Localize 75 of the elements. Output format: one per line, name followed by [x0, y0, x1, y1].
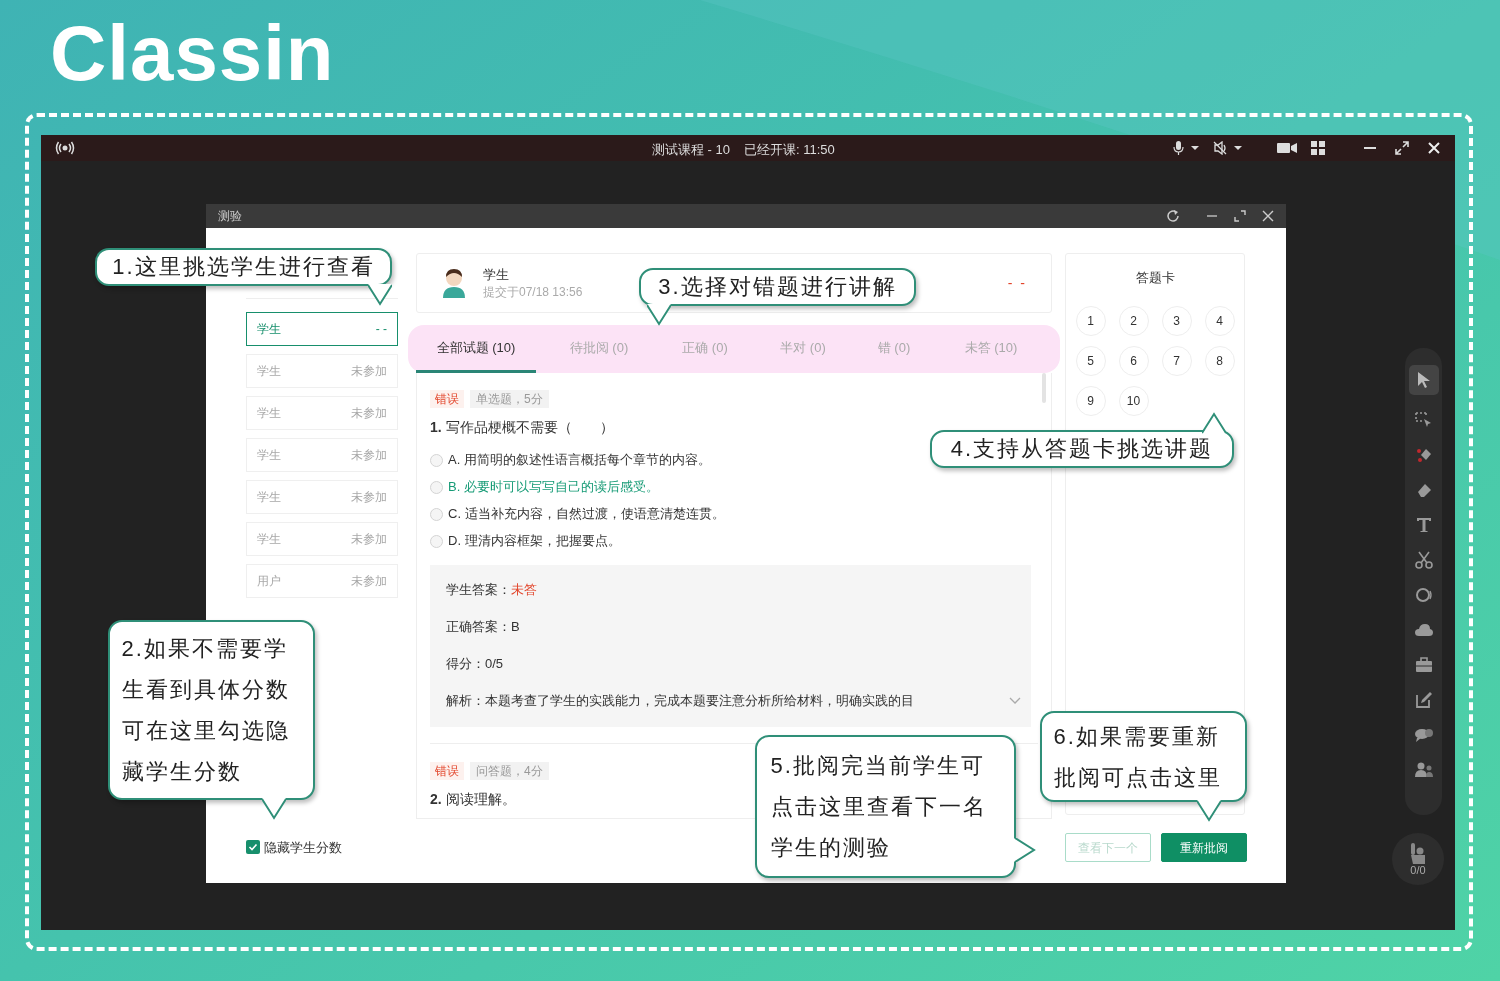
dialog-title: 测验 [218, 208, 242, 225]
logo: Classin [50, 14, 335, 92]
review-again-button[interactable]: 重新批阅 [1161, 833, 1247, 862]
option-text: D. 理清内容框架，把握要点。 [448, 532, 621, 551]
checkbox-label: 隐藏学生分数 [264, 838, 342, 857]
raised-hand-icon [1409, 842, 1427, 865]
score-value: - - [1007, 273, 1027, 293]
student-status: 未参加 [351, 573, 387, 590]
option-text: C. 适当补充内容，自然过渡，使语意清楚连贯。 [448, 505, 725, 524]
student-name: 用户 [257, 573, 281, 590]
tab[interactable]: 全部试题 (10) [416, 325, 536, 373]
student-name: 学生 [257, 405, 281, 422]
student-name: 学生 [257, 531, 281, 548]
student-status: 未参加 [351, 363, 387, 380]
close-icon[interactable] [1262, 210, 1274, 222]
radio-button[interactable] [430, 453, 443, 467]
callout-tail [647, 304, 671, 326]
score-text: 得分：0/5 [446, 655, 505, 673]
broadcast-icon[interactable] [55, 141, 75, 155]
student-item[interactable]: 用户 未参加 [246, 564, 398, 598]
student-name: 学生 [257, 321, 281, 338]
analysis-text: 解析：本题考查了学生的实践能力，完成本题要注意分析所给材料，明确实践的目 [446, 692, 914, 710]
course-title: 测试课程 - 10 [652, 141, 730, 159]
result-tag: 错误 [430, 390, 464, 408]
student-status: 未参加 [351, 405, 387, 422]
microphone-icon[interactable] [1173, 141, 1199, 155]
users-icon[interactable] [1413, 760, 1434, 780]
hide-scores-checkbox[interactable] [246, 840, 260, 855]
submit-time: 提交于07/18 13:56 [483, 284, 583, 300]
student-item[interactable]: 学生 未参加 [246, 480, 398, 514]
answer-card-title: 答题卡 [1135, 269, 1175, 287]
question-text: 1. 写作品梗概不需要（ ） [430, 418, 614, 437]
avatar [441, 268, 467, 298]
class-timer: 已经开课: 11:50 [744, 141, 835, 159]
scissors-icon[interactable] [1413, 550, 1434, 570]
edit-icon[interactable] [1413, 690, 1434, 710]
camera-icon[interactable] [1277, 142, 1297, 154]
callout-tail [262, 798, 286, 820]
student-item[interactable]: 学生 未参加 [246, 438, 398, 472]
radio-button[interactable] [430, 507, 443, 521]
option-text: B. 必要时可以写写自己的读后感受。 [448, 478, 659, 497]
student-status: 未参加 [351, 531, 387, 548]
student-item[interactable]: 学生 未参加 [246, 354, 398, 388]
correct-answer: 正确答案：B [446, 618, 521, 636]
briefcase-icon[interactable] [1413, 655, 1434, 675]
callout-tail [368, 284, 392, 306]
student-item[interactable]: 学生 未参加 [246, 396, 398, 430]
student-status: 未参加 [351, 489, 387, 506]
speaker-muted-icon[interactable] [1213, 141, 1243, 155]
student-item[interactable]: 学生 未参加 [246, 522, 398, 556]
grid-icon[interactable] [1311, 141, 1325, 155]
student-name: 学生 [257, 363, 281, 380]
student-answer: 学生答案：未答 [446, 581, 538, 599]
student-name: 学生 [257, 447, 281, 464]
radio-button[interactable] [430, 480, 443, 494]
question-text: 2. 阅读理解。 [430, 790, 516, 809]
question-type-tag: 单选题，5分 [470, 390, 549, 408]
hand-raise-button[interactable]: 0/0 [1392, 833, 1444, 885]
check-icon [248, 842, 258, 853]
refresh-icon[interactable] [1166, 209, 1180, 223]
result-tag: 错误 [430, 762, 464, 780]
student-item[interactable]: 学生 - - [246, 312, 398, 346]
callout-tail [1197, 800, 1221, 822]
radio-button[interactable] [430, 534, 443, 548]
callout-tail [1202, 412, 1226, 434]
student-name: 学生 [257, 489, 281, 506]
student-name: 学生 [483, 266, 510, 284]
ring-icon[interactable] [1413, 585, 1434, 605]
option-text: A. 用简明的叙述性语言概括每个章节的内容。 [448, 451, 711, 470]
student-status: - - [375, 321, 387, 338]
hand-count: 0/0 [1410, 864, 1426, 876]
callout-tail [1014, 838, 1036, 862]
question-type-tag: 问答题，4分 [470, 762, 549, 780]
student-status: 未参加 [351, 447, 387, 464]
fullscreen-icon[interactable] [1395, 141, 1409, 155]
